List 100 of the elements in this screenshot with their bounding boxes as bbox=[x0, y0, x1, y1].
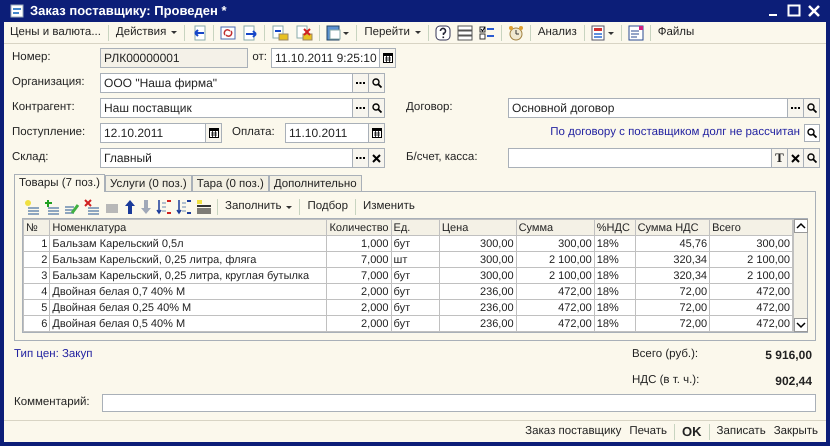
table-cell: 72,00 bbox=[635, 316, 710, 332]
input-field[interactable]: Наш поставщик bbox=[100, 98, 385, 118]
action-button[interactable]: Печать bbox=[625, 422, 672, 440]
open-button[interactable] bbox=[368, 99, 384, 117]
document-cancel-icon[interactable] bbox=[295, 24, 314, 40]
comment-field[interactable] bbox=[102, 394, 816, 412]
table-cell: Двойная белая 0,7 40% М bbox=[50, 284, 327, 300]
table-cell: Двойная белая 0,5 40% М bbox=[50, 316, 327, 332]
menu-button[interactable]: Перейти bbox=[360, 24, 425, 42]
tab[interactable]: Услуги (0 поз.) bbox=[104, 175, 192, 191]
search-button[interactable] bbox=[804, 124, 820, 142]
table-cell: 18% bbox=[594, 252, 636, 268]
refresh-icon[interactable] bbox=[220, 24, 236, 40]
toolbar-button[interactable]: Изменить bbox=[358, 198, 419, 216]
calendar-button[interactable] bbox=[205, 124, 221, 142]
table-cell: 72,00 bbox=[635, 300, 710, 316]
table-cell: 2 100,00 bbox=[516, 252, 594, 268]
field-label: Оплата: bbox=[231, 125, 276, 140]
action-button[interactable]: Закрыть bbox=[770, 422, 822, 440]
table-cell: 7,000 bbox=[326, 252, 392, 268]
toolbar-button[interactable]: Цены и валюта... bbox=[6, 24, 105, 42]
table-cell: 236,00 bbox=[439, 316, 516, 332]
table-cell: 2 100,00 bbox=[710, 268, 792, 284]
close-icon[interactable] bbox=[806, 3, 822, 19]
table-cell: 472,00 bbox=[516, 300, 594, 316]
alarm-clock-icon[interactable] bbox=[508, 24, 524, 40]
sort-descending-icon[interactable] bbox=[176, 199, 192, 215]
calendar-button[interactable] bbox=[379, 49, 395, 67]
clear-button[interactable] bbox=[787, 149, 803, 167]
network-document-icon[interactable] bbox=[628, 24, 644, 40]
choose-button[interactable] bbox=[352, 99, 368, 117]
choose-button[interactable] bbox=[352, 74, 368, 92]
ellipsis-icon bbox=[791, 106, 800, 110]
input-field[interactable]: 11.10.2011 bbox=[285, 123, 385, 143]
column-header[interactable]: Всего bbox=[710, 220, 792, 236]
input-field[interactable]: РЛК00000001 bbox=[100, 48, 248, 68]
table-cell: 2 bbox=[24, 252, 50, 268]
action-button[interactable]: Записать bbox=[712, 422, 770, 440]
input-field[interactable]: 11.10.2011 9:25:10 bbox=[271, 48, 396, 68]
toolbar-button[interactable]: Подбор bbox=[303, 198, 352, 216]
tab[interactable]: Тара (0 поз.) bbox=[192, 175, 269, 191]
menu-button[interactable]: Действия bbox=[112, 24, 182, 42]
open-button[interactable] bbox=[803, 99, 819, 117]
table-cell: 320,34 bbox=[635, 252, 710, 268]
search-icon bbox=[806, 153, 816, 163]
field-value: 11.10.2011 9:25:10 bbox=[274, 50, 378, 67]
total-label: НДС (в т. ч.): bbox=[632, 373, 700, 388]
table-cell: 300,00 bbox=[516, 236, 594, 252]
table-cell: 18% bbox=[594, 268, 636, 284]
table-cell: 2,000 bbox=[326, 300, 392, 316]
price-type-link[interactable]: Тип цен: Закуп bbox=[14, 346, 92, 364]
input-field[interactable]: ООО "Наша фирма" bbox=[100, 73, 385, 93]
open-button[interactable] bbox=[803, 149, 819, 167]
search-icon bbox=[806, 103, 816, 113]
choose-button[interactable] bbox=[352, 149, 368, 167]
column-header[interactable]: Количество bbox=[326, 220, 392, 236]
clear-button[interactable] bbox=[368, 149, 384, 167]
column-header[interactable]: Ед. bbox=[391, 220, 440, 236]
arrow-up-icon[interactable] bbox=[124, 199, 136, 215]
choose-button[interactable] bbox=[787, 99, 803, 117]
action-button[interactable]: Заказ поставщику bbox=[521, 422, 626, 440]
help-icon[interactable] bbox=[434, 24, 451, 40]
calendar-button[interactable] bbox=[368, 124, 384, 142]
document-post-icon[interactable] bbox=[271, 24, 290, 40]
scroll-down-icon[interactable] bbox=[794, 318, 808, 332]
tab[interactable]: Товары (7 поз.) bbox=[14, 174, 105, 192]
add-row-icon[interactable] bbox=[24, 199, 40, 215]
tab[interactable]: Дополнительно bbox=[268, 175, 362, 191]
input-field[interactable]: Основной договор bbox=[508, 98, 820, 118]
maximize-icon[interactable] bbox=[786, 3, 802, 19]
table-cell: 18% bbox=[594, 236, 636, 252]
action-button[interactable]: OK bbox=[678, 422, 706, 442]
add-row-icon[interactable] bbox=[44, 199, 60, 215]
table-cell: 18% bbox=[594, 316, 636, 332]
checklist-icon[interactable] bbox=[478, 24, 495, 40]
input-field[interactable]: 12.10.2011 bbox=[100, 123, 222, 143]
delete-row-icon[interactable] bbox=[84, 199, 100, 215]
column-header[interactable]: Сумма НДС bbox=[635, 220, 710, 236]
calendar-icon bbox=[208, 128, 218, 138]
column-header[interactable]: Номенклатура bbox=[50, 220, 327, 236]
toolbar-button[interactable]: Файлы bbox=[654, 24, 698, 42]
menu-button[interactable]: Заполнить bbox=[221, 198, 296, 216]
barcode-icon[interactable] bbox=[196, 199, 212, 215]
input-field[interactable]: Главный bbox=[100, 148, 385, 168]
toolbar-button[interactable]: Анализ bbox=[534, 24, 581, 42]
list-icon[interactable] bbox=[456, 24, 473, 40]
debt-link[interactable]: По договору с поставщиком долг не рассчитан bbox=[550, 124, 800, 142]
column-header[interactable]: Цена bbox=[439, 220, 516, 236]
document-menu-icon[interactable] bbox=[326, 24, 350, 40]
scroll-up-icon[interactable] bbox=[794, 219, 808, 233]
column-header[interactable]: № bbox=[24, 220, 50, 236]
column-header[interactable]: %НДС bbox=[594, 220, 636, 236]
type-button[interactable]: T bbox=[771, 149, 787, 167]
scrollbar[interactable] bbox=[793, 219, 807, 332]
open-button[interactable] bbox=[368, 74, 384, 92]
input-field[interactable]: T bbox=[508, 148, 820, 168]
email-icon[interactable] bbox=[590, 24, 615, 40]
sort-ascending-icon[interactable] bbox=[156, 199, 172, 215]
column-header[interactable]: Сумма bbox=[516, 220, 594, 236]
document-arrow-icon[interactable] bbox=[242, 24, 258, 40]
